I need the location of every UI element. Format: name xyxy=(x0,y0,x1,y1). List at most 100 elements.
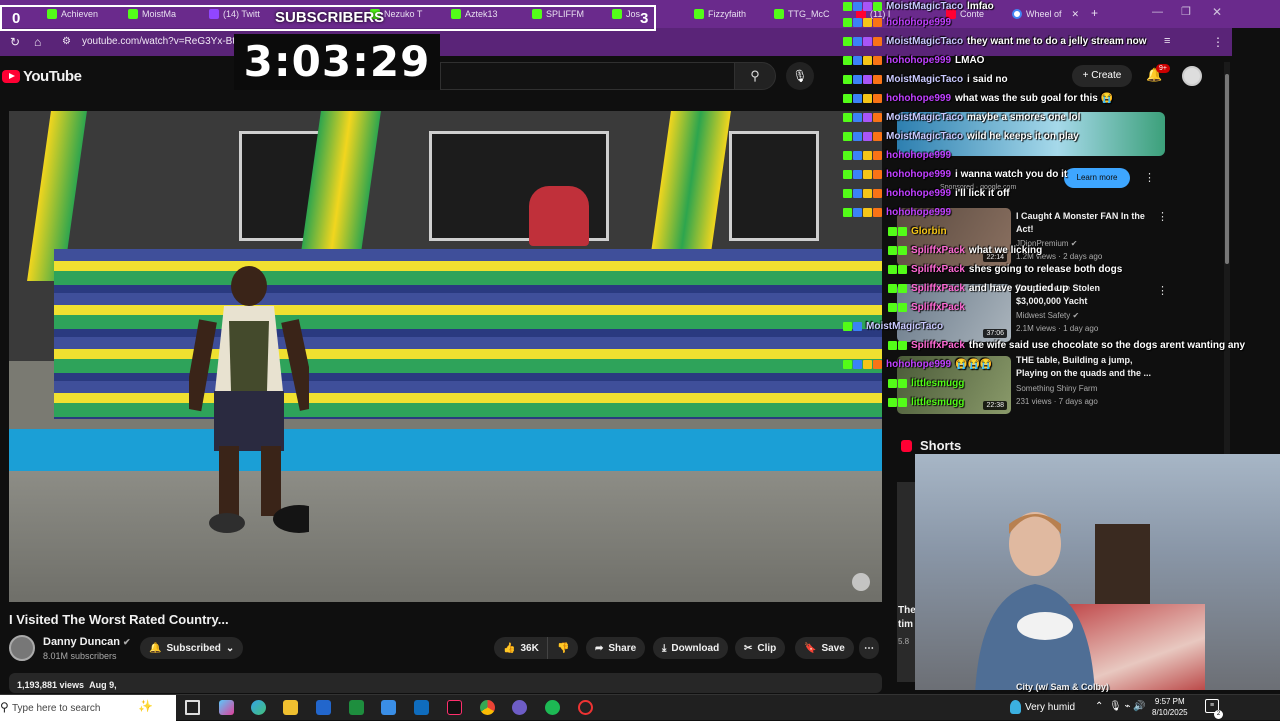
chat-text: lmfao xyxy=(967,0,994,12)
recommendation-title[interactable]: THE table, Building a jump, Playing on t… xyxy=(1016,354,1151,380)
chat-username[interactable]: hohohope999 xyxy=(886,169,951,180)
taskbar-clock[interactable]: 9:57 PM 8/10/2025 xyxy=(1152,696,1188,718)
discord-icon[interactable] xyxy=(512,700,527,715)
subscribed-button[interactable]: 🔔 Subscribed ⌄ xyxy=(140,637,244,659)
gold-badge-icon xyxy=(863,207,872,217)
chat-username[interactable]: littlesmugg xyxy=(911,397,964,408)
chat-username[interactable]: SpliffxPack xyxy=(911,340,965,351)
store-icon[interactable] xyxy=(316,700,331,715)
description-box[interactable] xyxy=(9,673,882,693)
chat-username[interactable]: SpliffxPack xyxy=(911,283,965,294)
chat-username[interactable]: MoistMagicTaco xyxy=(886,112,963,123)
purple-badge-icon xyxy=(863,112,872,122)
chat-username[interactable]: MoistMagicTaco xyxy=(886,74,963,85)
microphone-icon[interactable]: 🎙 xyxy=(1109,701,1122,712)
file-explorer-icon[interactable] xyxy=(283,700,298,715)
ad-menu-icon[interactable]: ⋮ xyxy=(1144,171,1155,184)
taskbar-search-input[interactable]: ⚲ Type here to search ✨ xyxy=(0,695,176,721)
share-button[interactable]: ➦ Share xyxy=(586,637,646,659)
browser-tab[interactable]: Fizzyfaith xyxy=(694,4,766,24)
chat-username[interactable]: hohohope999 xyxy=(886,17,951,28)
obs-icon[interactable] xyxy=(578,700,593,715)
download-button[interactable]: ⤓ Download xyxy=(653,637,729,659)
reload-icon[interactable]: ↻ xyxy=(10,35,20,49)
recommendation-channel[interactable]: Midwest Safety ✔ xyxy=(1016,311,1079,320)
chat-username[interactable]: SpliffxPack xyxy=(911,264,965,275)
weather-widget[interactable]: Very humid xyxy=(1010,700,1075,714)
volume-icon[interactable]: 🔊 xyxy=(1133,701,1145,712)
account-avatar[interactable] xyxy=(1182,66,1202,86)
chevron-up-icon[interactable]: ⌃ xyxy=(1095,701,1103,712)
channel-avatar[interactable] xyxy=(9,635,35,661)
chat-username[interactable]: MoistMagicTaco xyxy=(886,1,963,12)
channel-watermark-icon[interactable] xyxy=(852,573,870,591)
close-tab-icon[interactable]: ✕ xyxy=(1072,9,1080,20)
create-button[interactable]: + Create xyxy=(1072,65,1132,87)
chat-username[interactable]: hohohope999 xyxy=(886,359,951,370)
chat-badges xyxy=(888,283,907,293)
scrollbar-thumb[interactable] xyxy=(1225,74,1229,264)
chat-username[interactable]: littlesmugg xyxy=(911,378,964,389)
spotify-icon[interactable] xyxy=(545,700,560,715)
youtube-logo[interactable]: YouTube xyxy=(2,68,82,85)
recommendation-menu-icon[interactable]: ⋮ xyxy=(1157,284,1168,297)
outlook-icon[interactable] xyxy=(414,700,429,715)
like-count: 36K xyxy=(520,642,539,654)
copilot-icon[interactable] xyxy=(219,700,234,715)
tiktok-icon[interactable] xyxy=(447,700,462,715)
chat-username[interactable]: SpliffxPack xyxy=(911,302,965,313)
browser-tab[interactable]: TTG_McC xyxy=(774,4,830,24)
search-input[interactable] xyxy=(440,62,734,90)
chat-badges xyxy=(843,112,882,122)
new-tab-icon[interactable]: + xyxy=(1091,6,1098,20)
task-view-icon[interactable] xyxy=(185,700,200,715)
minimize-icon[interactable]: — xyxy=(1152,6,1163,18)
close-window-icon[interactable]: ✕ xyxy=(1212,5,1222,19)
more-actions-button[interactable]: ⋯ xyxy=(859,637,879,659)
network-icon[interactable]: ⌁ xyxy=(1124,701,1130,712)
scene-striped-barrier xyxy=(54,249,882,419)
scene-blue-wall xyxy=(9,429,882,471)
like-button[interactable]: 👍 36K xyxy=(494,637,548,659)
recommendation-title[interactable]: I Caught A Monster FAN In the Act! xyxy=(1016,210,1156,236)
chat-username[interactable]: hohohope999 xyxy=(886,150,951,161)
reading-list-icon[interactable]: ≡ xyxy=(1164,35,1170,47)
search-icon: ⚲ xyxy=(0,700,9,714)
chat-username[interactable]: hohohope999 xyxy=(886,93,951,104)
dislike-button[interactable]: 👎 xyxy=(547,637,579,659)
url-field[interactable]: youtube.com/watch?v=ReG3Yx-Btig xyxy=(82,36,243,47)
chat-username[interactable]: hohohope999 xyxy=(886,188,951,199)
home-icon[interactable]: ⌂ xyxy=(34,35,41,49)
video-player[interactable] xyxy=(9,111,882,602)
browser-tab[interactable]: Wheel of ✕ xyxy=(1012,4,1082,24)
kick-badge-icon xyxy=(843,207,852,217)
edge-icon[interactable] xyxy=(251,700,266,715)
recommendation-menu-icon[interactable]: ⋮ xyxy=(1157,210,1168,223)
chat-username[interactable]: hohohope999 xyxy=(886,207,951,218)
gift-badge-icon xyxy=(898,226,907,236)
photos-icon[interactable] xyxy=(381,700,396,715)
search-icon[interactable]: ⚲ xyxy=(734,62,776,90)
system-tray[interactable]: ⌃ 🎙 ⌁ 🔊 xyxy=(1095,701,1146,712)
chat-username[interactable]: MoistMagicTaco xyxy=(866,321,943,332)
chat-username[interactable]: hohohope999 xyxy=(886,55,951,66)
excel-icon[interactable] xyxy=(349,700,364,715)
chat-username[interactable]: MoistMagicTaco xyxy=(886,36,963,47)
thumbs-down-icon: 👎 xyxy=(557,642,570,654)
site-info-icon[interactable]: ⚙ xyxy=(62,36,71,47)
microphone-icon[interactable]: 🎙 xyxy=(786,62,814,90)
clip-button[interactable]: ✂ Clip xyxy=(735,637,786,659)
save-button[interactable]: 🔖 Save xyxy=(795,637,854,659)
browser-menu-icon[interactable]: ⋮ xyxy=(1212,35,1224,49)
shorts-thumbnail[interactable] xyxy=(897,482,915,682)
chat-badges xyxy=(843,74,882,84)
learn-more-button[interactable]: Learn more xyxy=(1064,168,1130,188)
chrome-icon[interactable] xyxy=(480,700,495,715)
chat-username[interactable]: Glorbin xyxy=(911,226,947,237)
channel-name[interactable]: Danny Duncan ✔ xyxy=(43,636,131,648)
chat-username[interactable]: MoistMagicTaco xyxy=(886,131,963,142)
chat-username[interactable]: SpliffxPack xyxy=(911,245,965,256)
shorts-title-fragment[interactable]: The xyxy=(898,605,916,616)
maximize-icon[interactable]: ❐ xyxy=(1181,5,1191,18)
recommendation-channel[interactable]: Something Shiny Farm xyxy=(1016,384,1097,393)
